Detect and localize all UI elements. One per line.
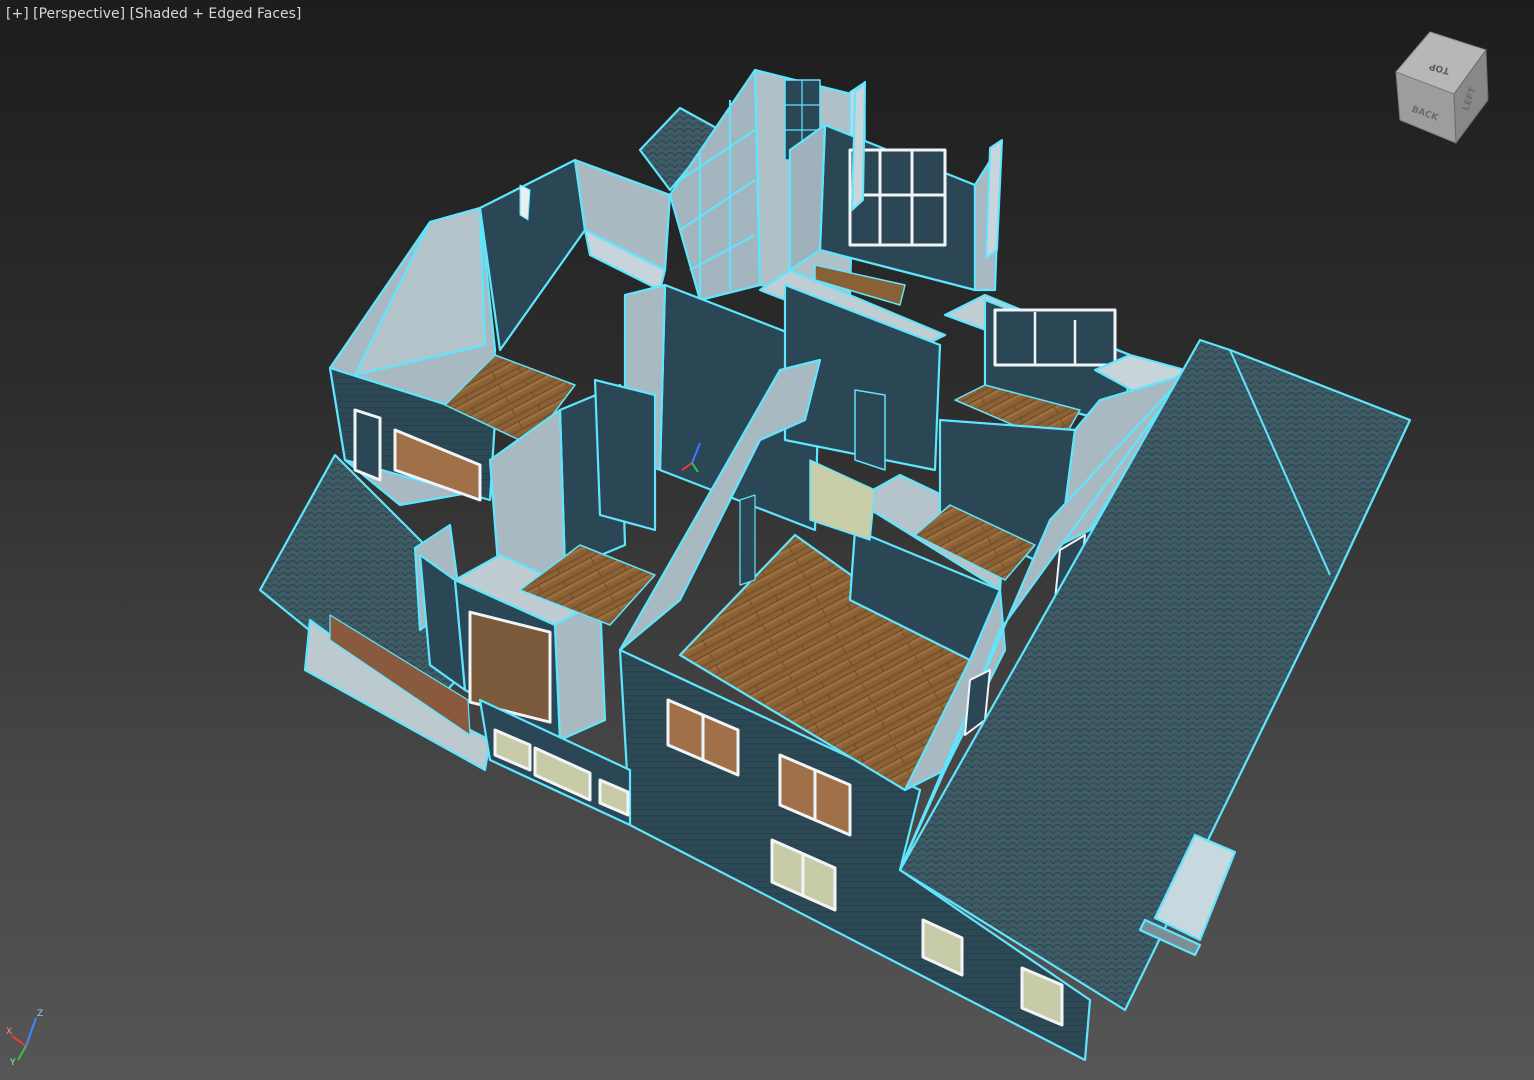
- gizmo-y-label: Y: [9, 1058, 16, 1066]
- world-axis-gizmo: Z X Y: [6, 1009, 43, 1066]
- perspective-viewport[interactable]: [+] [Perspective] [Shaded + Edged Faces]: [0, 0, 1534, 1080]
- house-model-scene[interactable]: [0, 0, 1534, 1080]
- viewcube[interactable]: TOP BACK LEFT: [1388, 28, 1498, 148]
- gizmo-z-label: Z: [37, 1009, 43, 1019]
- upper-right-bedroom-walls[interactable]: [788, 123, 1002, 306]
- gizmo-x-label: X: [6, 1027, 12, 1037]
